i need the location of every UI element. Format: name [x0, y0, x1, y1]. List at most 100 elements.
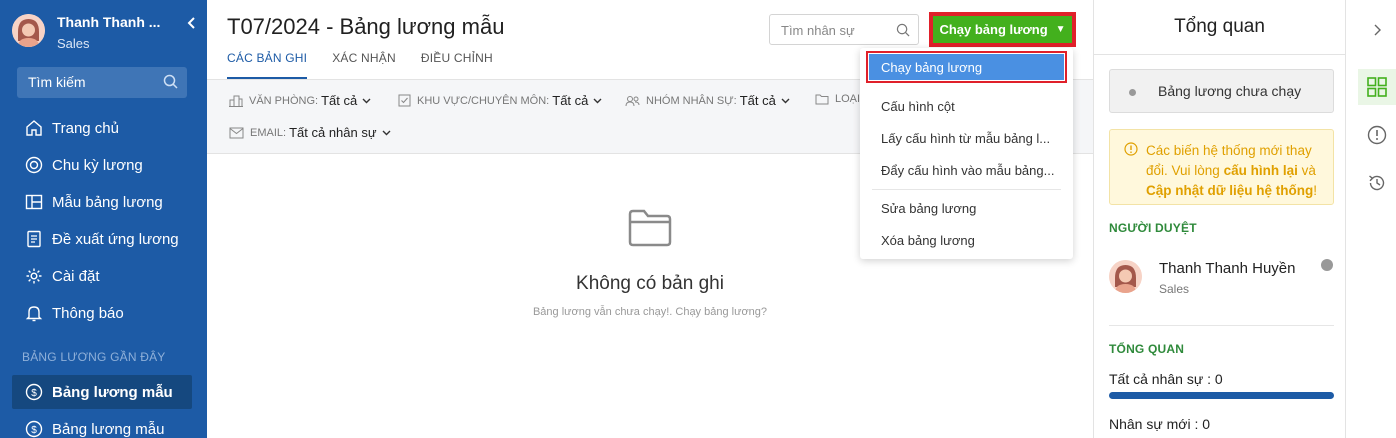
collapse-sidebar-icon[interactable]	[187, 16, 197, 32]
page-title: T07/2024 - Bảng lương mẫu	[227, 14, 505, 39]
warning-box: Các biến hệ thống mới thay đổi. Vui lòng…	[1109, 129, 1334, 205]
sidebar-item-advance-request[interactable]: Đề xuất ứng lương	[12, 222, 192, 256]
search-icon	[163, 74, 178, 92]
sidebar-item-label: Đề xuất ứng lương	[52, 230, 179, 248]
warning-text-part: và	[1297, 163, 1316, 178]
chevron-down-icon	[593, 96, 602, 106]
sidebar-item-payroll-cycle[interactable]: Chu kỳ lương	[12, 148, 192, 182]
sidebar-recent-item[interactable]: $ Bảng lương mẫu	[12, 375, 192, 409]
employee-search-input[interactable]: Tìm nhân sự	[769, 14, 919, 45]
sidebar-item-settings[interactable]: Cài đặt	[12, 259, 192, 293]
sidebar-item-label: Trang chủ	[52, 119, 119, 137]
document-icon	[24, 229, 44, 249]
menu-item-run-payroll[interactable]: Chạy bảng lương	[869, 54, 1064, 80]
tab-records[interactable]: CÁC BẢN GHI	[227, 51, 308, 79]
history-icon[interactable]	[1358, 165, 1396, 201]
template-icon	[24, 192, 44, 212]
menu-item-column-config[interactable]: Cấu hình cột	[860, 91, 1073, 121]
sidebar-item-label: Bảng lương mẫu	[52, 420, 165, 438]
tab-bar: CÁC BẢN GHI XÁC NHẬN ĐIỀU CHỈNH	[227, 51, 518, 79]
reconfigure-link[interactable]: cấu hình lại	[1224, 163, 1298, 178]
avatar	[12, 14, 45, 47]
filter-office[interactable]: VĂN PHÒNG: Tất cả	[229, 93, 371, 108]
filter-email[interactable]: EMAIL: Tất cả nhân sự	[229, 125, 391, 140]
payroll-status: Bảng lương chưa chạy	[1109, 69, 1334, 113]
stat-new-employees: Nhân sự mới : 0	[1109, 416, 1211, 432]
grid-view-icon[interactable]	[1358, 69, 1396, 105]
recent-section-label: BẢNG LƯƠNG GẦN ĐÂY	[22, 350, 166, 364]
run-payroll-label: Chạy bảng lương	[939, 22, 1048, 37]
cycle-icon	[24, 155, 44, 175]
chevron-down-icon	[362, 96, 371, 106]
folder-icon	[815, 93, 829, 105]
filter-group[interactable]: NHÓM NHÂN SỰ: Tất cả	[625, 93, 790, 108]
sidebar-item-label: Cài đặt	[52, 267, 100, 285]
dollar-icon: $	[24, 382, 44, 402]
svg-text:$: $	[31, 388, 37, 399]
building-icon	[229, 94, 243, 107]
tab-confirm[interactable]: XÁC NHẬN	[332, 51, 396, 79]
sidebar-item-payroll-template[interactable]: Mẫu bảng lương	[12, 185, 192, 219]
svg-text:$: $	[31, 425, 37, 436]
stat-all-employees-bar	[1109, 392, 1334, 399]
empty-folder-icon	[628, 209, 672, 250]
summary-section-label: TỔNG QUAN	[1109, 342, 1185, 356]
run-payroll-menu: Chạy bảng lương Cấu hình cột Lấy cấu hìn…	[860, 48, 1073, 259]
sidebar-search-label: Tìm kiếm	[28, 74, 86, 90]
status-dot	[1129, 89, 1136, 96]
sidebar-item-label: Chu kỳ lương	[52, 156, 143, 174]
sidebar-item-label: Bảng lương mẫu	[52, 383, 173, 401]
chevron-down-icon	[382, 128, 391, 138]
user-profile[interactable]: Thanh Thanh ... Sales	[12, 12, 197, 52]
filter-value: Tất cả	[739, 93, 776, 108]
expand-panel-button[interactable]	[1358, 12, 1396, 48]
update-system-data-link[interactable]: Cập nhật dữ liệu hệ thống	[1146, 183, 1313, 198]
filter-value: Tất cả nhân sự	[289, 125, 377, 140]
warning-text: Các biến hệ thống mới thay đổi. Vui lòng…	[1146, 141, 1330, 201]
user-name: Thanh Thanh ...	[57, 14, 161, 30]
empty-state-title: Không có bản ghi	[576, 273, 724, 294]
warning-icon	[1124, 142, 1138, 159]
approver-name: Thanh Thanh Huyền	[1159, 260, 1296, 277]
bell-icon	[24, 303, 44, 323]
menu-item-edit-payroll[interactable]: Sửa bảng lương	[860, 193, 1073, 223]
info-icon[interactable]	[1358, 117, 1396, 153]
sidebar-recent-item[interactable]: $ Bảng lương mẫu	[12, 412, 192, 438]
checkbox-icon	[398, 94, 411, 107]
user-role: Sales	[57, 36, 90, 51]
side-toolbar	[1345, 0, 1396, 438]
filter-label: LOẠI	[835, 93, 861, 105]
users-icon	[625, 95, 640, 107]
run-payroll-button[interactable]: Chạy bảng lương ▼	[929, 12, 1076, 47]
sidebar-item-home[interactable]: Trang chủ	[12, 111, 192, 145]
stat-all-employees: Tất cả nhân sự : 0	[1109, 371, 1223, 387]
overview-panel: Tổng quan Bảng lương chưa chạy Các biến …	[1093, 0, 1345, 438]
filter-label: NHÓM NHÂN SỰ:	[646, 94, 737, 107]
sidebar-item-label: Mẫu bảng lương	[52, 193, 163, 211]
approver-section-label: NGƯỜI DUYỆT	[1109, 221, 1197, 235]
overview-title: Tổng quan	[1174, 16, 1265, 37]
tab-adjust[interactable]: ĐIỀU CHỈNH	[421, 51, 493, 79]
filter-value: Tất cả	[552, 93, 589, 108]
caret-down-icon: ▼	[1055, 24, 1066, 35]
menu-item-delete-payroll[interactable]: Xóa bảng lương	[860, 225, 1073, 255]
employee-search-placeholder: Tìm nhân sự	[781, 23, 855, 38]
filter-value: Tất cả	[321, 93, 358, 108]
menu-divider	[872, 189, 1061, 190]
sidebar-item-notifications[interactable]: Thông báo	[12, 296, 192, 330]
gear-icon	[24, 266, 44, 286]
sidebar-search[interactable]: Tìm kiếm	[17, 67, 187, 98]
filter-region[interactable]: KHU VỰC/CHUYÊN MÔN: Tất cả	[398, 93, 602, 108]
approver-role: Sales	[1159, 282, 1190, 296]
filter-type[interactable]: LOẠI	[815, 93, 863, 105]
empty-state-subtitle[interactable]: Bảng lương vẫn chưa chạy!. Chạy bảng lươ…	[207, 306, 1093, 318]
home-icon	[24, 118, 44, 138]
divider	[1094, 54, 1345, 55]
menu-item-load-template-config[interactable]: Lấy cấu hình từ mẫu bảng l...	[860, 123, 1073, 153]
warning-text-part: !	[1313, 183, 1318, 198]
menu-item-push-template-config[interactable]: Đẩy cấu hình vào mẫu bảng...	[860, 155, 1073, 185]
sidebar-item-label: Thông báo	[52, 304, 124, 322]
filter-label: KHU VỰC/CHUYÊN MÔN:	[417, 94, 550, 107]
sidebar: Thanh Thanh ... Sales Tìm kiếm Trang chủ…	[0, 0, 207, 438]
filter-label: VĂN PHÒNG:	[249, 94, 319, 107]
